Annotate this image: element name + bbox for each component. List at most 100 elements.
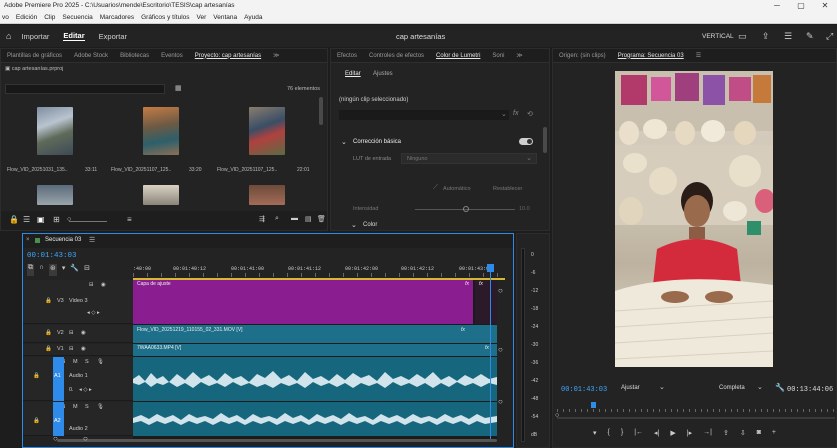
new-bin-icon[interactable]: ▬ — [291, 215, 298, 222]
track-scroll-handle[interactable]: ○ — [498, 345, 503, 354]
sync-lock-icon[interactable]: ⊟ — [69, 346, 74, 352]
keyframe-nav-icon[interactable]: ◂ ◇ ▸ — [87, 310, 100, 316]
clip-thumbnail[interactable] — [143, 185, 179, 205]
tab-adobe-stock[interactable]: Adobe Stock — [68, 53, 114, 59]
go-to-out-icon[interactable]: →| — [703, 429, 712, 441]
mic-icon[interactable]: 🎙 — [97, 404, 104, 410]
lut-select[interactable]: Ninguno ⌄ — [401, 153, 537, 164]
lock-icon[interactable]: 🔒 — [33, 373, 40, 379]
solo-button[interactable]: S — [85, 359, 89, 365]
eye-icon[interactable]: ◉ — [81, 346, 86, 352]
timeline-playhead[interactable] — [490, 264, 491, 440]
add-button-icon[interactable]: + — [772, 429, 776, 441]
lift-icon[interactable]: ⇪ — [723, 429, 729, 441]
mute-button[interactable]: M — [73, 359, 78, 365]
audio-clip-a2[interactable] — [133, 402, 497, 436]
snap-icon[interactable]: ∩ — [39, 264, 44, 276]
keyframe-nav-icon[interactable]: ◂ ◇ ▸ — [79, 387, 92, 393]
trash-icon[interactable]: 🗑 — [317, 215, 326, 223]
program-playhead[interactable] — [591, 402, 596, 408]
tab-exportar[interactable]: Exportar — [99, 32, 127, 41]
scroll-handle-left[interactable]: ○ — [53, 434, 58, 443]
sequence-menu-icon[interactable]: ☰ — [89, 236, 95, 244]
lock-icon[interactable]: 🔒 — [45, 298, 52, 304]
lock-icon[interactable]: 🔒 — [45, 330, 52, 336]
close-icon[interactable]: × — [26, 237, 30, 243]
menu-marcadores[interactable]: Marcadores — [100, 12, 134, 23]
reset-button[interactable]: Restablecer — [493, 186, 522, 192]
project-scrollbar[interactable] — [319, 97, 323, 125]
sync-lock-icon[interactable]: ⊟ — [89, 282, 94, 288]
eye-icon[interactable]: ◉ — [81, 330, 86, 336]
program-menu-icon[interactable]: ☰ — [690, 52, 707, 59]
program-zoom-bar[interactable] — [557, 417, 835, 419]
maximize-button[interactable]: ▢ — [789, 0, 813, 12]
icon-view-icon[interactable]: ▣ — [37, 215, 45, 224]
adjustment-layer-clip[interactable]: Capa de ajuste fx — [133, 280, 473, 324]
workspace-layout-label[interactable]: VERTICAL — [702, 33, 734, 40]
track-label-v2[interactable]: V2 — [57, 330, 64, 336]
feedback-icon[interactable]: ✎ — [806, 31, 814, 42]
tab-bibliotecas[interactable]: Bibliotecas — [114, 53, 155, 59]
workspace-panel-icon[interactable]: ▭ — [738, 31, 747, 42]
lock-icon[interactable]: 🔒 — [45, 346, 52, 352]
fit-select[interactable]: Ajustar ⌄ — [619, 383, 669, 395]
expand-icon[interactable]: ⤢ — [826, 31, 833, 42]
lock-icon[interactable]: 🔒 — [33, 418, 40, 424]
mark-out-icon[interactable]: } — [621, 429, 623, 441]
menu-ayuda[interactable]: Ayuda — [244, 12, 262, 23]
freeform-view-icon[interactable]: ⊞ — [53, 215, 60, 224]
step-back-icon[interactable]: ◂| — [654, 429, 659, 441]
bin-icon[interactable]: ▦ — [175, 84, 182, 92]
mic-icon[interactable]: 🎙 — [97, 359, 104, 365]
lock-icon[interactable]: 🔒 — [9, 215, 19, 224]
zoom-slider[interactable] — [69, 221, 107, 222]
tab-proyecto[interactable]: Proyecto: cap artesanías — [189, 53, 267, 59]
reset-icon[interactable]: ⟲ — [527, 110, 533, 118]
subtab-ajustes[interactable]: Ajustes — [373, 71, 393, 77]
video-clip-v1[interactable]: 7WAA0633.MP4 [V] fx — [133, 344, 497, 356]
timeline-timecode[interactable]: 00:01:43:03 — [27, 252, 77, 260]
nest-icon[interactable]: ⧉ — [27, 264, 34, 276]
menu-archivo[interactable]: vo — [2, 12, 9, 23]
tab-importar[interactable]: Importar — [21, 32, 49, 41]
tab-source[interactable]: Origen: (sin clips) — [553, 53, 612, 59]
tab-overflow[interactable]: ≫ — [267, 52, 285, 59]
tab-sonido[interactable]: Soni — [486, 53, 510, 59]
tab-program[interactable]: Programa: Secuencia 03 — [612, 53, 690, 59]
sort-icon[interactable]: ≡ — [127, 215, 132, 224]
timeline-playhead-handle[interactable] — [487, 264, 494, 272]
menu-ventana[interactable]: Ventana — [213, 12, 237, 23]
track-label-a1[interactable]: A1 — [54, 373, 61, 379]
list-view-icon[interactable]: ☰ — [23, 215, 30, 224]
tab-editar[interactable]: Editar — [63, 31, 85, 41]
extract-icon[interactable]: ⇩ — [740, 429, 746, 441]
tab-efectos[interactable]: Efectos — [331, 53, 363, 59]
adjustment-layer-clip[interactable]: fx — [475, 280, 497, 324]
new-item-icon[interactable]: ▤ — [305, 215, 312, 223]
timeline-ruler[interactable]: :40:00 00:01:40:12 00:01:41:00 00:01:41:… — [133, 264, 505, 278]
section-chevron-icon[interactable]: ⌄ — [341, 138, 347, 146]
section-color[interactable]: Color — [363, 222, 377, 228]
track-target-a1[interactable] — [53, 357, 64, 401]
clip-thumbnail[interactable] — [37, 185, 73, 205]
mark-in-icon[interactable]: { — [608, 429, 610, 441]
add-marker-icon[interactable]: ▾ — [593, 429, 597, 441]
video-clip-v2[interactable]: Flow_VID_20251219_110155_02_331.MOV [V] … — [133, 325, 497, 343]
clip-selector[interactable] — [339, 110, 509, 120]
clip-thumbnail[interactable] — [249, 185, 285, 205]
mute-button[interactable]: M — [73, 404, 78, 410]
program-video-frame[interactable] — [615, 71, 773, 367]
workspace-menu-icon[interactable]: ☰ — [784, 31, 792, 42]
track-scroll-handle[interactable]: ○ — [498, 397, 503, 406]
settings-wrench-icon[interactable]: 🔧 — [70, 264, 79, 276]
project-search-input[interactable] — [5, 84, 165, 94]
section-basic-correction[interactable]: Corrección básica — [353, 139, 401, 145]
solo-button[interactable]: S — [85, 404, 89, 410]
intensity-slider-handle[interactable] — [463, 206, 469, 212]
lumetri-scrollbar[interactable] — [543, 127, 547, 153]
track-label-v1[interactable]: V1 — [57, 346, 64, 352]
menu-ver[interactable]: Ver — [197, 12, 207, 23]
track-volume-a1[interactable]: 0. — [69, 387, 74, 393]
subtab-editar[interactable]: Editar — [345, 71, 361, 77]
